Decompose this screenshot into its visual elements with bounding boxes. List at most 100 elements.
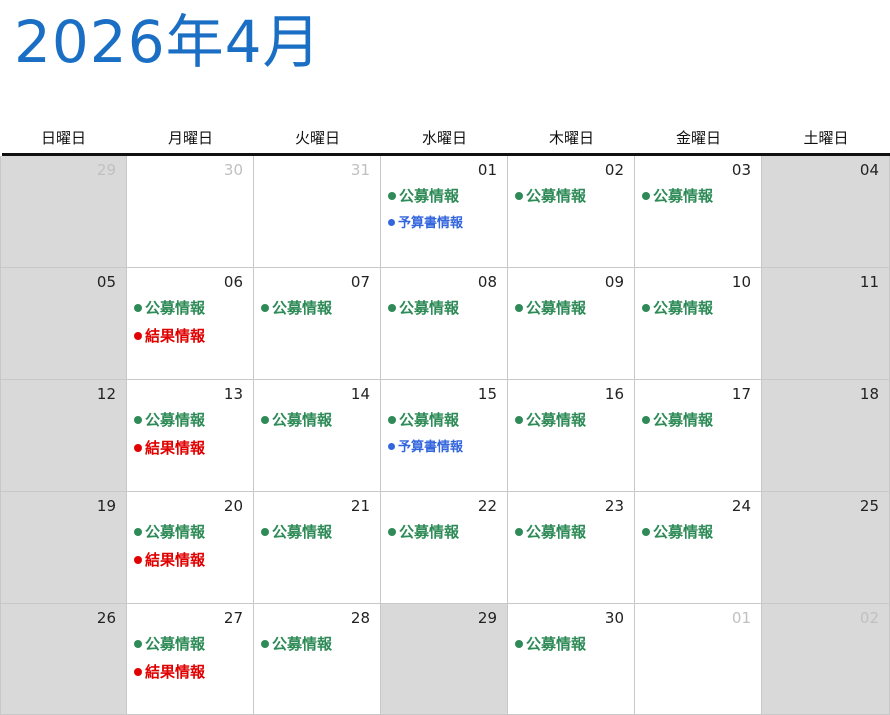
event-link-koubo[interactable]: 公募情報 <box>515 522 586 542</box>
event-link-yosan[interactable]: 予算書情報 <box>388 438 463 458</box>
event-link-koubo[interactable]: 公募情報 <box>642 298 713 318</box>
day-number: 16 <box>604 385 624 403</box>
calendar-day-cell: 30 <box>127 156 254 268</box>
event-label: 公募情報 <box>399 299 460 317</box>
event-dot-icon <box>134 640 142 648</box>
event-dot-icon <box>134 528 142 536</box>
event-link-koubo[interactable]: 公募情報 <box>515 186 586 206</box>
event-dot-icon <box>388 219 395 226</box>
weekday-thu: 木曜日 <box>548 129 594 147</box>
day-number: 30 <box>223 161 243 179</box>
calendar-day-cell: 08 公募情報 <box>381 268 508 380</box>
day-number: 03 <box>731 161 751 179</box>
event-link-koubo[interactable]: 公募情報 <box>134 298 205 318</box>
calendar-day-cell: 02 公募情報 <box>508 156 635 268</box>
event-link-koubo[interactable]: 公募情報 <box>642 522 713 542</box>
day-number: 14 <box>350 385 370 403</box>
day-number: 30 <box>604 609 624 627</box>
weekday-mon: 月曜日 <box>167 129 213 147</box>
event-link-koubo[interactable]: 公募情報 <box>515 298 586 318</box>
calendar-day-cell: 11 <box>762 268 890 380</box>
day-number: 22 <box>477 497 497 515</box>
event-dot-icon <box>134 444 142 452</box>
event-link-koubo[interactable]: 公募情報 <box>261 298 332 318</box>
event-link-koubo[interactable]: 公募情報 <box>134 522 205 542</box>
calendar-day-cell: 16 公募情報 <box>508 380 635 492</box>
event-label: 公募情報 <box>399 187 460 205</box>
event-link-koubo[interactable]: 公募情報 <box>388 410 459 430</box>
event-label: 公募情報 <box>526 411 587 429</box>
day-number: 20 <box>223 497 243 515</box>
event-label: 公募情報 <box>653 299 714 317</box>
event-link-koubo[interactable]: 公募情報 <box>261 634 332 654</box>
event-dot-icon <box>261 304 269 312</box>
event-link-koubo[interactable]: 公募情報 <box>515 410 586 430</box>
weekday-fri: 金曜日 <box>675 129 721 147</box>
day-number: 07 <box>350 273 370 291</box>
event-link-kekka[interactable]: 結果情報 <box>134 438 205 458</box>
day-number: 01 <box>731 609 751 627</box>
event-link-koubo[interactable]: 公募情報 <box>134 634 205 654</box>
event-link-koubo[interactable]: 公募情報 <box>261 410 332 430</box>
event-link-koubo[interactable]: 公募情報 <box>388 186 459 206</box>
event-label: 公募情報 <box>145 523 206 541</box>
calendar-day-cell: 17 公募情報 <box>635 380 762 492</box>
calendar-day-cell: 04 <box>762 156 890 268</box>
event-link-koubo[interactable]: 公募情報 <box>515 634 586 654</box>
event-link-kekka[interactable]: 結果情報 <box>134 550 205 570</box>
event-dot-icon <box>134 668 142 676</box>
day-number: 24 <box>731 497 751 515</box>
event-link-koubo[interactable]: 公募情報 <box>388 298 459 318</box>
event-dot-icon <box>642 192 650 200</box>
calendar-day-cell: 31 <box>254 156 381 268</box>
day-number: 09 <box>604 273 624 291</box>
calendar-grid: 29 30 31 01 公募情報 予算書情報 02 公募情報 03 公募情報 04 05 06 公募情報結… <box>0 156 890 715</box>
event-dot-icon <box>515 528 523 536</box>
event-link-koubo[interactable]: 公募情報 <box>388 522 459 542</box>
day-number: 01 <box>477 161 497 179</box>
day-number: 31 <box>350 161 370 179</box>
event-label: 予算書情報 <box>398 440 464 455</box>
calendar-day-cell: 19 <box>0 492 127 604</box>
calendar-day-cell: 28 公募情報 <box>254 604 381 715</box>
day-number: 08 <box>477 273 497 291</box>
event-label: 公募情報 <box>272 299 333 317</box>
day-number: 02 <box>859 609 879 627</box>
event-link-kekka[interactable]: 結果情報 <box>134 662 205 682</box>
event-link-koubo[interactable]: 公募情報 <box>261 522 332 542</box>
day-number: 17 <box>731 385 751 403</box>
event-dot-icon <box>515 640 523 648</box>
event-dot-icon <box>134 556 142 564</box>
calendar-day-cell: 03 公募情報 <box>635 156 762 268</box>
calendar-day-cell: 02 <box>762 604 890 715</box>
day-number: 13 <box>223 385 243 403</box>
event-label: 公募情報 <box>653 187 714 205</box>
weekday-sun: 日曜日 <box>40 129 86 147</box>
event-label: 公募情報 <box>272 411 333 429</box>
event-label: 予算書情報 <box>398 216 464 231</box>
day-number: 21 <box>350 497 370 515</box>
calendar-day-cell: 18 <box>762 380 890 492</box>
event-label: 結果情報 <box>145 663 206 681</box>
event-label: 公募情報 <box>526 635 587 653</box>
calendar-day-cell: 13 公募情報結果情報 <box>127 380 254 492</box>
event-link-koubo[interactable]: 公募情報 <box>642 410 713 430</box>
calendar-day-cell: 26 <box>0 604 127 715</box>
event-link-kekka[interactable]: 結果情報 <box>134 326 205 346</box>
day-number: 10 <box>731 273 751 291</box>
event-dot-icon <box>388 443 395 450</box>
day-number: 19 <box>96 497 116 515</box>
event-label: 結果情報 <box>145 439 206 457</box>
day-number: 11 <box>859 273 879 291</box>
event-dot-icon <box>261 528 269 536</box>
event-label: 公募情報 <box>526 299 587 317</box>
day-number: 05 <box>96 273 116 291</box>
calendar-day-cell: 05 <box>0 268 127 380</box>
event-link-yosan[interactable]: 予算書情報 <box>388 214 463 234</box>
event-label: 公募情報 <box>399 411 460 429</box>
calendar-day-cell: 01 <box>635 604 762 715</box>
calendar-day-cell: 14 公募情報 <box>254 380 381 492</box>
event-dot-icon <box>642 416 650 424</box>
event-link-koubo[interactable]: 公募情報 <box>642 186 713 206</box>
event-link-koubo[interactable]: 公募情報 <box>134 410 205 430</box>
